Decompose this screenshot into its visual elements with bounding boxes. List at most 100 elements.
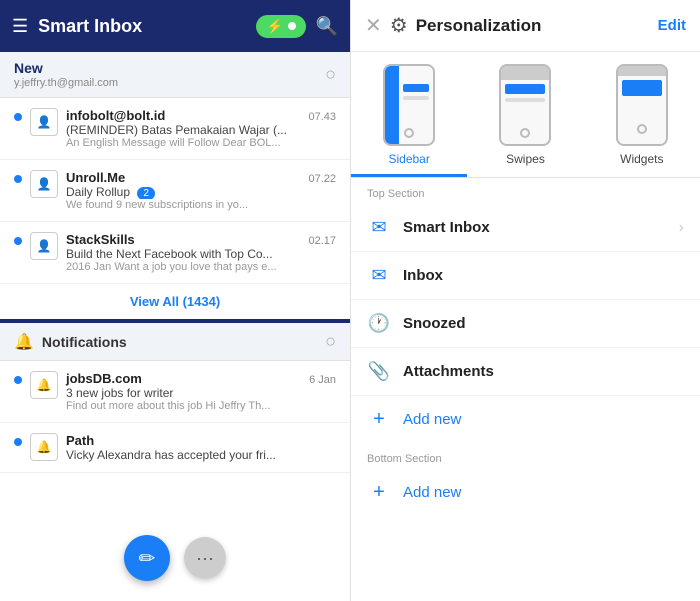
tab-swipes-label: Swipes [506,152,545,166]
view-all-button[interactable]: View All (1434) [0,284,350,323]
email-preview: 2016 Jan Want a job you love that pays e… [66,261,336,273]
email-badge: 2 [137,187,155,199]
smart-inbox-icon: ✉ [367,217,391,238]
menu-item-attachments[interactable]: 📎 Attachments [351,348,700,396]
email-item[interactable]: 👤 StackSkills 02.17 Build the Next Faceb… [0,222,350,284]
new-section-info: New y.jeffry.th@gmail.com [14,60,118,89]
menu-item-smart-inbox[interactable]: ✉ Smart Inbox › [351,204,700,252]
edit-button[interactable]: Edit [658,17,686,34]
compose-fab-button[interactable]: ✏ [124,535,170,581]
email-subject: (REMINDER) Batas Pemakaian Wajar (... [66,123,336,137]
new-section-title: New [14,60,118,76]
unread-dot [14,175,22,183]
new-section-header: New y.jeffry.th@gmail.com ○ [0,52,350,98]
widgets-mockup [616,64,668,146]
notification-item[interactable]: 🔔 Path Vicky Alexandra has accepted your… [0,423,350,473]
notif-sender: Path [66,433,94,448]
email-avatar: 👤 [30,232,58,260]
email-from-row: Unroll.Me 07.22 [66,170,336,185]
email-time: 07.43 [308,111,336,123]
menu-item-snoozed-label: Snoozed [403,315,684,332]
menu-icon[interactable]: ☰ [12,16,28,37]
tab-sidebar[interactable]: Sidebar [351,52,467,177]
tab-widgets[interactable]: Widgets [584,52,700,177]
email-content: infobolt@bolt.id 07.43 (REMINDER) Batas … [66,108,336,149]
notif-content: Path Vicky Alexandra has accepted your f… [66,433,336,462]
notifications-title: 🔔 Notifications [14,332,127,352]
notif-from-row: Path [66,433,336,448]
bolt-dot [288,22,296,30]
top-section-label: Top Section [351,178,700,204]
notification-item[interactable]: 🔔 jobsDB.com 6 Jan 3 new jobs for writer… [0,361,350,423]
email-time: 02.17 [308,235,336,247]
close-button[interactable]: ✕ [365,13,382,38]
app-header: ☰ Smart Inbox ⚡ 🔍 [0,0,350,52]
email-subject: Build the Next Facebook with Top Co... [66,247,336,261]
edit-icon: ✏ [139,546,156,571]
right-header: ✕ ⚙ Personalization Edit [351,0,700,52]
add-new-bottom-button[interactable]: + Add new [351,469,700,516]
menu-item-attachments-label: Attachments [403,363,684,380]
email-from-row: infobolt@bolt.id 07.43 [66,108,336,123]
email-item[interactable]: 👤 infobolt@bolt.id 07.43 (REMINDER) Bata… [0,98,350,160]
notif-preview: Find out more about this job Hi Jeffry T… [66,400,336,412]
new-section-subtitle: y.jeffry.th@gmail.com [14,77,118,89]
phone-header-bar [501,66,549,80]
bolt-icon: ⚡ [266,18,283,35]
more-fab-button[interactable]: ··· [184,537,226,579]
right-panel: ✕ ⚙ Personalization Edit Sidebar Swipes [350,0,700,601]
content-block [505,84,545,94]
menu-item-inbox[interactable]: ✉ Inbox [351,252,700,300]
bolt-badge: ⚡ [256,15,305,38]
phone-header-bar [618,66,666,76]
notif-avatar: 🔔 [30,371,58,399]
email-preview: An English Message will Follow Dear BOL.… [66,137,336,149]
home-indicator [637,124,647,134]
add-new-top-label: Add new [403,411,461,428]
content-bar1 [403,84,429,92]
paperclip-icon: 📎 [367,361,391,382]
email-time: 07.22 [308,173,336,185]
email-avatar: 👤 [30,170,58,198]
fab-area: ✏ ··· [124,535,226,581]
swipes-mockup [499,64,551,146]
menu-item-inbox-label: Inbox [403,267,684,284]
unread-dot [14,438,22,446]
more-icon: ··· [196,548,214,569]
add-new-top-button[interactable]: + Add new [351,396,700,443]
bottom-section-label: Bottom Section [351,443,700,469]
unread-dot [14,237,22,245]
widget-block [622,80,662,96]
email-subject: Daily Rollup 2 [66,185,336,199]
email-item[interactable]: 👤 Unroll.Me 07.22 Daily Rollup 2 We foun… [0,160,350,222]
email-sender: StackSkills [66,232,135,247]
email-avatar: 👤 [30,108,58,136]
notif-subject: Vicky Alexandra has accepted your fri... [66,448,336,462]
email-preview: We found 9 new subscriptions in yo... [66,199,336,211]
left-panel: ☰ Smart Inbox ⚡ 🔍 New y.jeffry.th@gmail.… [0,0,350,601]
notif-avatar: 🔔 [30,433,58,461]
menu-item-snoozed[interactable]: 🕐 Snoozed [351,300,700,348]
email-sender: Unroll.Me [66,170,125,185]
tab-widgets-label: Widgets [620,152,663,166]
tab-sidebar-label: Sidebar [388,152,429,166]
personalization-icon: ⚙ [390,13,408,38]
notif-from-row: jobsDB.com 6 Jan [66,371,336,386]
sidebar-mockup [383,64,435,146]
home-button [520,128,530,138]
notif-time: 6 Jan [309,374,336,386]
notifications-check-icon[interactable]: ○ [325,331,336,352]
email-from-row: StackSkills 02.17 [66,232,336,247]
search-icon[interactable]: 🔍 [316,16,338,37]
unread-dot [14,376,22,384]
phone-options-tabs: Sidebar Swipes Widgets [351,52,700,178]
notif-subject: 3 new jobs for writer [66,386,336,400]
content-bar [505,98,545,102]
tab-swipes[interactable]: Swipes [467,52,583,177]
section-check-icon[interactable]: ○ [325,64,336,85]
chevron-right-icon: › [679,219,684,237]
clock-icon: 🕐 [367,313,391,334]
inbox-icon: ✉ [367,265,391,286]
bell-icon: 🔔 [14,332,34,352]
add-bottom-icon: + [367,481,391,504]
